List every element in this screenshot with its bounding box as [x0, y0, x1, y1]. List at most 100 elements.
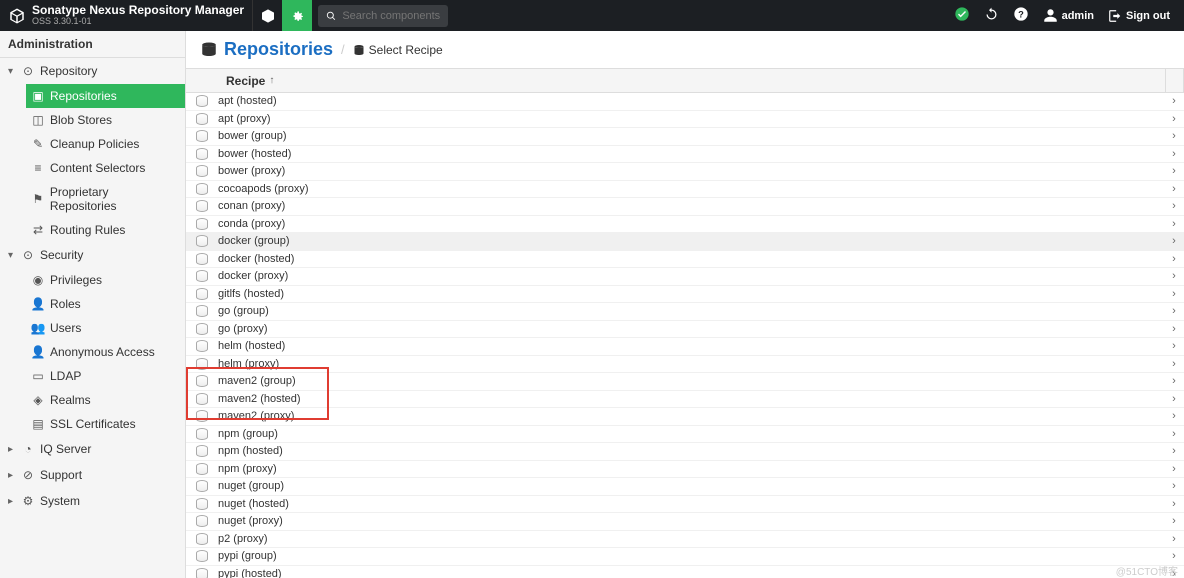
db-icon	[194, 463, 210, 475]
chevron-right-icon: ›	[1164, 270, 1184, 282]
sidebar-item-privileges[interactable]: ◉Privileges	[26, 268, 185, 292]
db-icon	[194, 130, 210, 142]
recipe-row[interactable]: conda (proxy)›	[186, 216, 1184, 234]
sidebar: Administration ▾⊙Repository▣Repositories…	[0, 31, 186, 578]
search-wrap[interactable]	[318, 5, 448, 27]
signs-icon: ⇄	[30, 223, 46, 237]
badge-icon: ◉	[30, 273, 46, 287]
sidebar-group-system[interactable]: ▸⚙System	[0, 488, 185, 514]
db-icon	[194, 550, 210, 562]
sidebar-item-users[interactable]: 👥Users	[26, 316, 185, 340]
sidebar-group-security[interactable]: ▾⊙Security	[0, 242, 185, 268]
chevron-right-icon: ›	[1164, 183, 1184, 195]
column-menu[interactable]	[1166, 69, 1184, 92]
recipe-row[interactable]: docker (hosted)›	[186, 251, 1184, 269]
user-icon: 👤	[30, 297, 46, 311]
sidebar-item-ldap[interactable]: ▭LDAP	[26, 364, 185, 388]
sidebar-item-routing-rules[interactable]: ⇄Routing Rules	[26, 218, 185, 242]
db-icon	[194, 410, 210, 422]
recipe-row[interactable]: maven2 (hosted)›	[186, 391, 1184, 409]
signout-button[interactable]: Sign out	[1108, 9, 1170, 23]
user-menu[interactable]: admin	[1043, 8, 1094, 23]
nexus-logo-icon	[8, 7, 26, 25]
recipe-row[interactable]: nuget (hosted)›	[186, 496, 1184, 514]
db-icon	[194, 235, 210, 247]
recipe-row[interactable]: cocoapods (proxy)›	[186, 181, 1184, 199]
db-icon	[194, 323, 210, 335]
breadcrumb-sub: Select Recipe	[353, 43, 443, 57]
db-icon	[194, 515, 210, 527]
db-icon	[194, 183, 210, 195]
sidebar-group-repository[interactable]: ▾⊙Repository	[0, 58, 185, 84]
recipe-row[interactable]: bower (group)›	[186, 128, 1184, 146]
users-icon: 👥	[30, 321, 46, 335]
repositories-icon	[200, 41, 218, 59]
sidebar-group-support[interactable]: ▸⊘Support	[0, 462, 185, 488]
sidebar-item-anonymous-access[interactable]: 👤Anonymous Access	[26, 340, 185, 364]
svg-text:?: ?	[1018, 9, 1024, 19]
app-version: OSS 3.30.1-01	[32, 17, 244, 27]
breadcrumb-title[interactable]: Repositories	[224, 39, 333, 60]
recipe-row[interactable]: npm (group)›	[186, 426, 1184, 444]
db-icon	[194, 358, 210, 370]
sidebar-group-iq-server[interactable]: ▸◔IQ Server	[0, 436, 185, 462]
chevron-right-icon: ›	[1164, 253, 1184, 265]
table-header: Recipe ↑	[186, 69, 1184, 93]
sidebar-item-roles[interactable]: 👤Roles	[26, 292, 185, 316]
recipe-row[interactable]: bower (proxy)›	[186, 163, 1184, 181]
db-icon	[194, 568, 210, 578]
recipe-row[interactable]: apt (hosted)›	[186, 93, 1184, 111]
sidebar-item-proprietary-repositories[interactable]: ⚑Proprietary Repositories	[26, 180, 185, 218]
help-icon[interactable]: ?	[1013, 6, 1029, 25]
recipe-row[interactable]: nuget (group)›	[186, 478, 1184, 496]
chevron-right-icon: ›	[1164, 200, 1184, 212]
recipe-row[interactable]: docker (proxy)›	[186, 268, 1184, 286]
sidebar-item-realms[interactable]: ◈Realms	[26, 388, 185, 412]
recipe-row[interactable]: conan (proxy)›	[186, 198, 1184, 216]
column-recipe[interactable]: Recipe ↑	[186, 69, 1166, 92]
sidebar-item-content-selectors[interactable]: ≡Content Selectors	[26, 156, 185, 180]
sidebar-item-repositories[interactable]: ▣Repositories	[26, 84, 185, 108]
sidebar-item-blob-stores[interactable]: ◫Blob Stores	[26, 108, 185, 132]
recipe-row[interactable]: go (group)›	[186, 303, 1184, 321]
recipe-row[interactable]: npm (proxy)›	[186, 461, 1184, 479]
recipe-row[interactable]: npm (hosted)›	[186, 443, 1184, 461]
sidebar-section-title: Administration	[0, 31, 185, 58]
recipe-row[interactable]: apt (proxy)›	[186, 111, 1184, 129]
db-icon	[194, 270, 210, 282]
recipe-row[interactable]: pypi (hosted)›	[186, 566, 1184, 578]
recipe-row[interactable]: nuget (proxy)›	[186, 513, 1184, 531]
admin-mode-button[interactable]	[282, 0, 312, 31]
user-icon	[1043, 8, 1058, 23]
recipe-row[interactable]: helm (proxy)›	[186, 356, 1184, 374]
search-input[interactable]	[342, 10, 440, 22]
db-icon	[194, 428, 210, 440]
recipe-row[interactable]: helm (hosted)›	[186, 338, 1184, 356]
chevron-right-icon: ›	[1164, 288, 1184, 300]
browse-mode-button[interactable]	[252, 0, 282, 31]
shield-icon: ◈	[30, 393, 46, 407]
status-ok-icon[interactable]	[954, 6, 970, 25]
sidebar-item-ssl-certificates[interactable]: ▤SSL Certificates	[26, 412, 185, 436]
chevron-right-icon: ›	[1164, 393, 1184, 405]
chevron-right-icon: ›	[1164, 358, 1184, 370]
sidebar-item-cleanup-policies[interactable]: ✎Cleanup Policies	[26, 132, 185, 156]
recipe-table-body: apt (hosted)›apt (proxy)›bower (group)›b…	[186, 93, 1184, 578]
recipe-row[interactable]: p2 (proxy)›	[186, 531, 1184, 549]
recipe-row[interactable]: maven2 (proxy)›	[186, 408, 1184, 426]
chevron-right-icon: ›	[1164, 95, 1184, 107]
chevron-right-icon: ›	[1164, 235, 1184, 247]
recipe-row[interactable]: bower (hosted)›	[186, 146, 1184, 164]
recipe-row[interactable]: maven2 (group)›	[186, 373, 1184, 391]
watermark: @51CTO博客	[1116, 563, 1178, 578]
chevron-right-icon: ›	[1164, 445, 1184, 457]
recipe-row[interactable]: docker (group)›	[186, 233, 1184, 251]
recipe-row[interactable]: gitlfs (hosted)›	[186, 286, 1184, 304]
chevron-right-icon: ›	[1164, 113, 1184, 125]
chevron-right-icon: ›	[1164, 165, 1184, 177]
db-icon	[194, 95, 210, 107]
top-header: Sonatype Nexus Repository Manager OSS 3.…	[0, 0, 1184, 31]
recipe-row[interactable]: pypi (group)›	[186, 548, 1184, 566]
recipe-row[interactable]: go (proxy)›	[186, 321, 1184, 339]
refresh-icon[interactable]	[984, 7, 999, 25]
